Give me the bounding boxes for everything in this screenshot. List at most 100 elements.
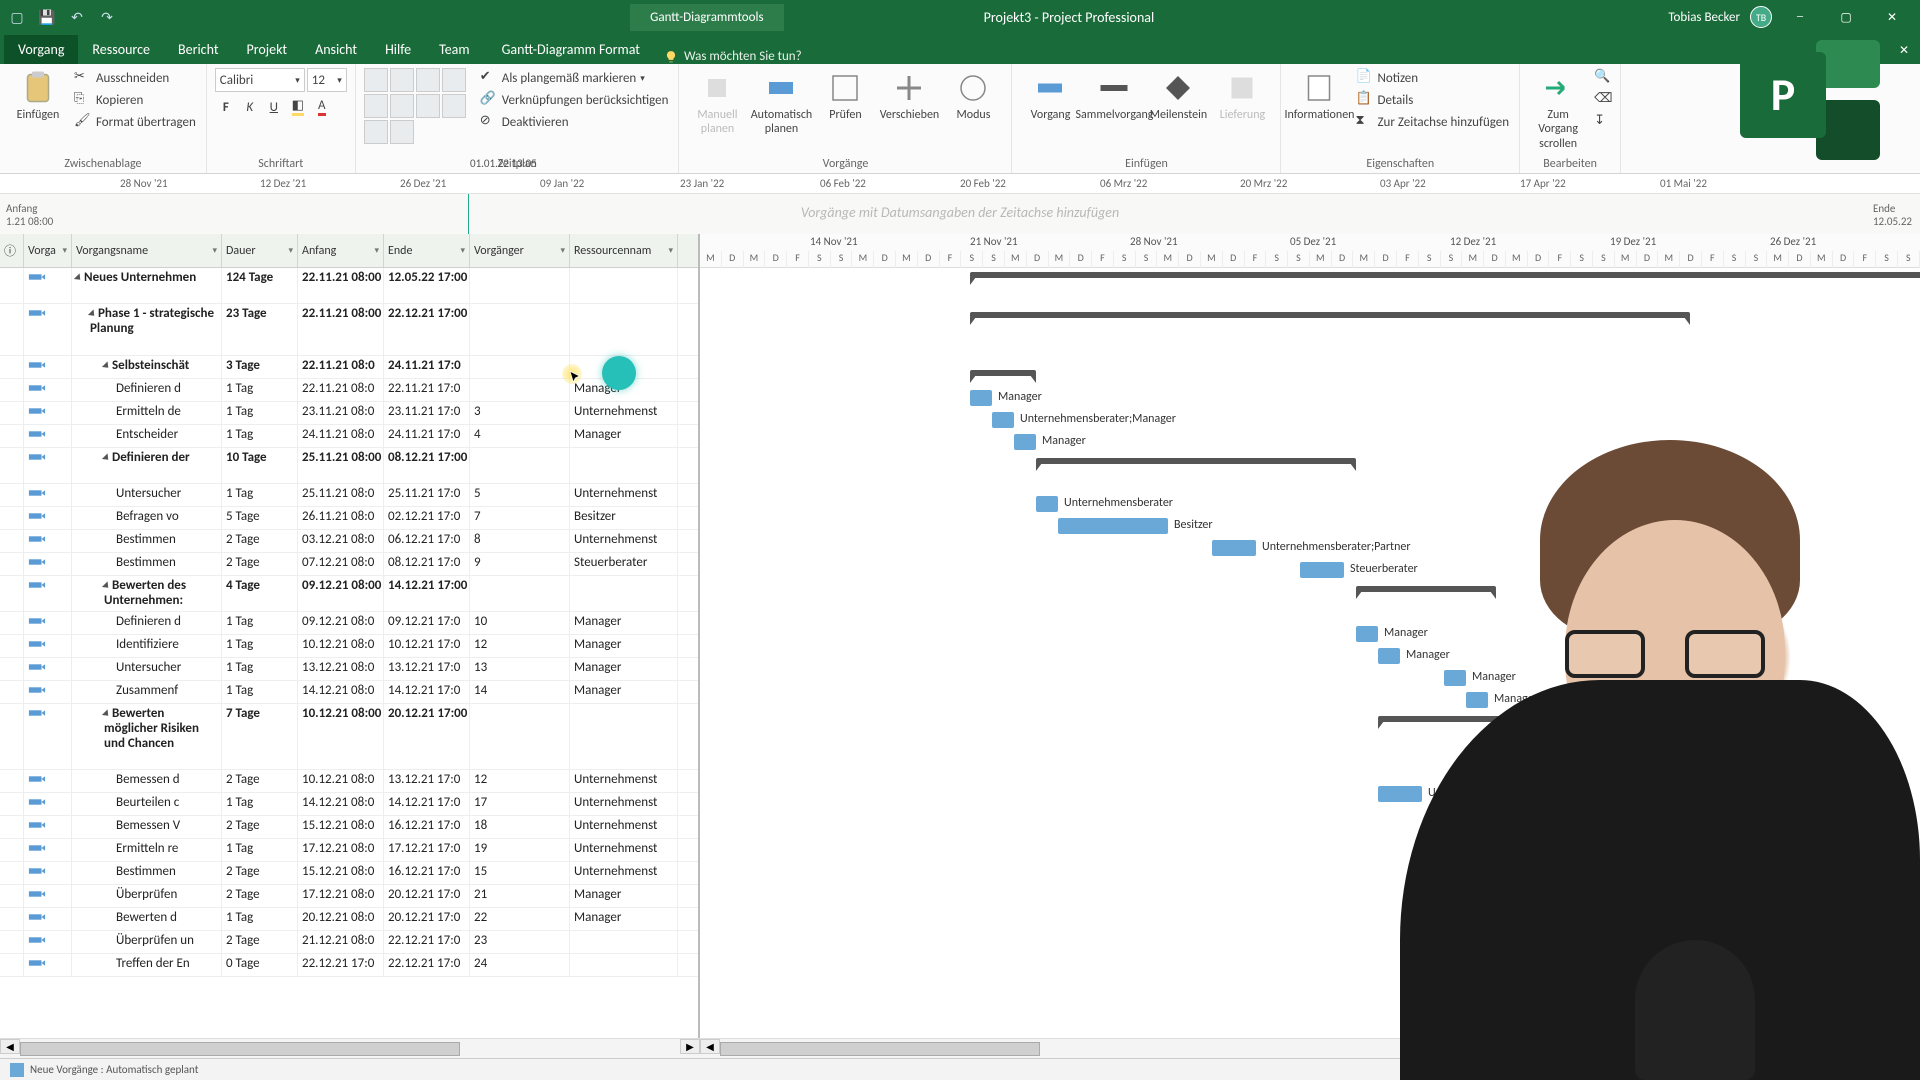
end-cell[interactable]: 12.05.22 17:00 bbox=[384, 268, 470, 303]
resource-cell[interactable]: Besitzer bbox=[570, 507, 678, 529]
predecessor-cell[interactable] bbox=[470, 448, 570, 483]
predecessor-cell[interactable]: 7 bbox=[470, 507, 570, 529]
resource-cell[interactable] bbox=[570, 448, 678, 483]
task-name-cell[interactable]: Treffen der En bbox=[72, 954, 222, 976]
col-end[interactable]: Ende▾ bbox=[384, 234, 470, 267]
task-name-cell[interactable]: Untersucher bbox=[72, 484, 222, 506]
duration-cell[interactable]: 2 Tage bbox=[222, 530, 298, 552]
table-row[interactable]: Bewerten d1 Tag20.12.21 08:020.12.21 17:… bbox=[0, 908, 698, 931]
tab-bericht[interactable]: Bericht bbox=[164, 35, 233, 64]
clear-button[interactable]: ⌫ bbox=[1592, 90, 1612, 110]
table-row[interactable]: Bestimmen2 Tage03.12.21 08:006.12.21 17:… bbox=[0, 530, 698, 553]
predecessor-cell[interactable] bbox=[470, 356, 570, 378]
underline-button[interactable]: U bbox=[263, 96, 285, 118]
table-row[interactable]: Untersucher1 Tag13.12.21 08:013.12.21 17… bbox=[0, 658, 698, 681]
paste-button[interactable]: Einfügen bbox=[8, 68, 68, 122]
task-name-cell[interactable]: Bemessen V bbox=[72, 816, 222, 838]
scroll-right-button-2[interactable]: ▶ bbox=[1900, 1039, 1920, 1054]
tab-ansicht[interactable]: Ansicht bbox=[301, 35, 371, 64]
task-name-cell[interactable]: Bestimmen bbox=[72, 553, 222, 575]
duration-cell[interactable]: 2 Tage bbox=[222, 885, 298, 907]
predecessor-cell[interactable]: 12 bbox=[470, 770, 570, 792]
manual-schedule-button[interactable]: Manuell planen bbox=[687, 68, 747, 137]
predecessor-cell[interactable]: 13 bbox=[470, 658, 570, 680]
resource-cell[interactable]: Manager bbox=[570, 425, 678, 447]
table-row[interactable]: Bemessen d2 Tage10.12.21 08:013.12.21 17… bbox=[0, 770, 698, 793]
task-name-cell[interactable]: Zusammenf bbox=[72, 681, 222, 703]
end-cell[interactable]: 22.12.21 17:0 bbox=[384, 931, 470, 953]
duration-cell[interactable]: 124 Tage bbox=[222, 268, 298, 303]
task-button[interactable]: Vorgang bbox=[1020, 68, 1080, 122]
gantt-task-bar[interactable] bbox=[1378, 648, 1400, 664]
duration-cell[interactable]: 2 Tage bbox=[222, 931, 298, 953]
inspect-button[interactable]: Prüfen bbox=[815, 68, 875, 122]
summary-button[interactable]: Sammelvorgang bbox=[1084, 68, 1144, 122]
task-name-cell[interactable]: Identifiziere bbox=[72, 635, 222, 657]
pct-100-icon[interactable] bbox=[364, 94, 388, 118]
predecessor-cell[interactable]: 10 bbox=[470, 612, 570, 634]
start-cell[interactable]: 10.12.21 08:00 bbox=[298, 704, 384, 769]
move-button[interactable]: Verschieben bbox=[879, 68, 939, 122]
tab-projekt[interactable]: Projekt bbox=[233, 35, 302, 64]
table-row[interactable]: Definieren d1 Tag09.12.21 08:009.12.21 1… bbox=[0, 612, 698, 635]
tab-hilfe[interactable]: Hilfe bbox=[371, 35, 425, 64]
undo-icon[interactable]: ↶ bbox=[68, 8, 86, 26]
pct-0-icon[interactable] bbox=[364, 68, 388, 92]
end-cell[interactable]: 14.12.21 17:0 bbox=[384, 681, 470, 703]
font-color-button[interactable]: A bbox=[311, 96, 333, 118]
predecessor-cell[interactable]: 3 bbox=[470, 402, 570, 424]
table-row[interactable]: Neues Unternehmen124 Tage22.11.21 08:001… bbox=[0, 268, 698, 304]
table-row[interactable]: Entscheider1 Tag24.11.21 08:024.11.21 17… bbox=[0, 425, 698, 448]
predecessor-cell[interactable] bbox=[470, 576, 570, 611]
outdent-icon[interactable] bbox=[390, 94, 414, 118]
end-cell[interactable]: 14.12.21 17:00 bbox=[384, 576, 470, 611]
gantt-chart[interactable]: 14 Nov '2121 Nov '2128 Nov '2105 Dez '21… bbox=[700, 234, 1920, 1038]
table-row[interactable]: Treffen der En0 Tage22.12.21 17:022.12.2… bbox=[0, 954, 698, 977]
timeline[interactable]: 28 Nov '21 12 Dez '21 26 Dez '21 09 Jan … bbox=[0, 174, 1920, 234]
pct-25-icon[interactable] bbox=[390, 68, 414, 92]
predecessor-cell[interactable]: 24 bbox=[470, 954, 570, 976]
user-name[interactable]: Tobias Becker bbox=[1668, 10, 1740, 25]
table-row[interactable]: Überprüfen2 Tage17.12.21 08:020.12.21 17… bbox=[0, 885, 698, 908]
start-cell[interactable]: 24.11.21 08:0 bbox=[298, 425, 384, 447]
start-cell[interactable]: 07.12.21 08:0 bbox=[298, 553, 384, 575]
predecessor-cell[interactable]: 12 bbox=[470, 635, 570, 657]
resource-cell[interactable]: Manager bbox=[570, 908, 678, 930]
end-cell[interactable]: 16.12.21 17:0 bbox=[384, 816, 470, 838]
start-cell[interactable]: 26.11.21 08:0 bbox=[298, 507, 384, 529]
start-cell[interactable]: 23.11.21 08:0 bbox=[298, 402, 384, 424]
left-scroll-thumb[interactable] bbox=[20, 1042, 460, 1056]
task-name-cell[interactable]: Beurteilen c bbox=[72, 793, 222, 815]
task-name-cell[interactable]: Ermitteln re bbox=[72, 839, 222, 861]
predecessor-cell[interactable]: 15 bbox=[470, 862, 570, 884]
col-predecessor[interactable]: Vorgänger▾ bbox=[470, 234, 570, 267]
start-cell[interactable]: 22.11.21 08:00 bbox=[298, 304, 384, 355]
task-name-cell[interactable]: Ermitteln de bbox=[72, 402, 222, 424]
predecessor-cell[interactable]: 18 bbox=[470, 816, 570, 838]
end-cell[interactable]: 25.11.21 17:0 bbox=[384, 484, 470, 506]
predecessor-cell[interactable]: 21 bbox=[470, 885, 570, 907]
duration-cell[interactable]: 1 Tag bbox=[222, 484, 298, 506]
mark-on-track-button[interactable]: ✔Als plangemäß markieren ▾ bbox=[478, 68, 671, 88]
table-row[interactable]: Bemessen V2 Tage15.12.21 08:016.12.21 17… bbox=[0, 816, 698, 839]
resource-cell[interactable]: Unternehmenst bbox=[570, 839, 678, 861]
add-to-timeline-button[interactable]: ⧗Zur Zeitachse hinzufügen bbox=[1353, 112, 1511, 132]
end-cell[interactable]: 08.12.21 17:00 bbox=[384, 448, 470, 483]
duration-cell[interactable]: 0 Tage bbox=[222, 954, 298, 976]
task-name-cell[interactable]: Bewerten d bbox=[72, 908, 222, 930]
task-name-cell[interactable]: Bemessen d bbox=[72, 770, 222, 792]
predecessor-cell[interactable]: 5 bbox=[470, 484, 570, 506]
scroll-left-button-2[interactable]: ◀ bbox=[700, 1039, 720, 1054]
predecessor-cell[interactable]: 9 bbox=[470, 553, 570, 575]
format-painter-button[interactable]: 🖌Format übertragen bbox=[72, 112, 198, 132]
predecessor-cell[interactable]: 14 bbox=[470, 681, 570, 703]
start-cell[interactable]: 25.11.21 08:00 bbox=[298, 448, 384, 483]
start-cell[interactable]: 10.12.21 08:0 bbox=[298, 635, 384, 657]
cut-button[interactable]: ✂Ausschneiden bbox=[72, 68, 198, 88]
gantt-summary-bar[interactable] bbox=[1378, 716, 1608, 722]
italic-button[interactable]: K bbox=[239, 96, 261, 118]
duration-cell[interactable]: 2 Tage bbox=[222, 816, 298, 838]
resource-cell[interactable]: Steuerberater bbox=[570, 553, 678, 575]
gantt-task-bar[interactable] bbox=[992, 412, 1014, 428]
end-cell[interactable]: 23.11.21 17:0 bbox=[384, 402, 470, 424]
